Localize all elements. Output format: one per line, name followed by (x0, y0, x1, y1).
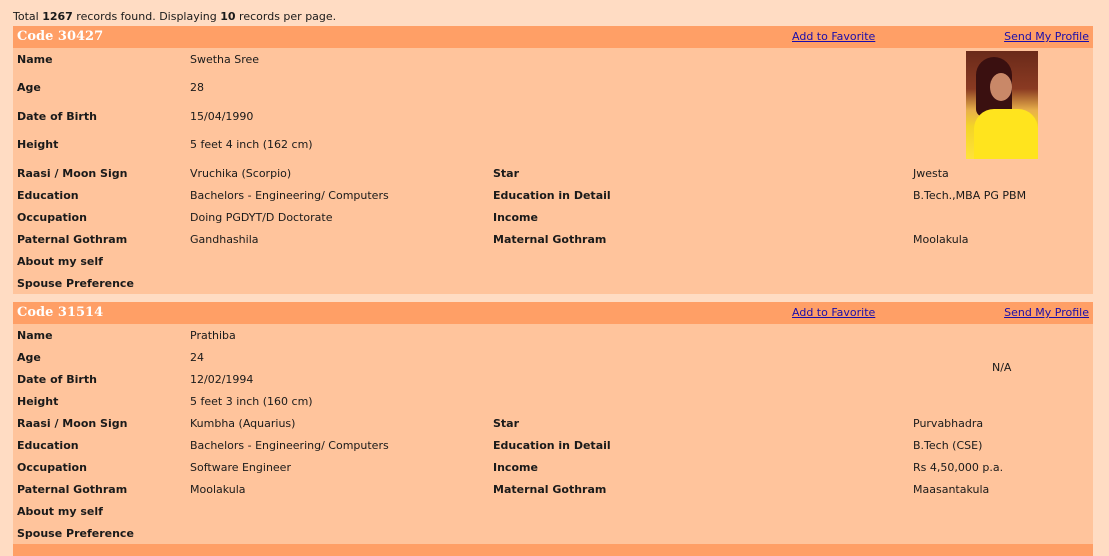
add-to-favorite-link[interactable]: Add to Favorite (792, 30, 875, 43)
dob-label: Date of Birth (17, 373, 97, 386)
next-record-header (13, 544, 1093, 556)
height-label: Height (17, 138, 59, 151)
age-label: Age (17, 81, 41, 94)
raasi-value: Vruchika (Scorpio) (190, 167, 292, 180)
income-label: Income (493, 211, 538, 224)
maternal-gothram-value: Moolakula (913, 233, 969, 246)
name-label: Name (17, 53, 53, 66)
star-value: Jwesta (913, 167, 949, 180)
dob-value: 12/02/1994 (190, 373, 254, 386)
send-my-profile-link[interactable]: Send My Profile (1004, 306, 1089, 319)
record-header: Code 31514 Add to Favorite Send My Profi… (13, 302, 1093, 324)
photo-not-available: N/A (992, 361, 1012, 374)
profile-record: Code 30427 Add to Favorite Send My Profi… (13, 26, 1093, 294)
dob-label: Date of Birth (17, 110, 97, 123)
education-detail-value: B.Tech (CSE) (913, 439, 983, 452)
paternal-gothram-value: Moolakula (190, 483, 246, 496)
height-value: 5 feet 4 inch (162 cm) (190, 138, 313, 151)
age-value: 24 (190, 351, 204, 364)
age-value: 28 (190, 81, 204, 94)
occupation-label: Occupation (17, 461, 87, 474)
record-code: Code 31514 (17, 305, 104, 320)
spouse-preference-label: Spouse Preference (17, 277, 134, 290)
per-page-count: 10 (220, 10, 236, 23)
maternal-gothram-label: Maternal Gothram (493, 233, 607, 246)
results-summary: Total 1267 records found. Displaying 10 … (13, 10, 337, 23)
raasi-value: Kumbha (Aquarius) (190, 417, 296, 430)
profile-record: Code 31514 Add to Favorite Send My Profi… (13, 302, 1093, 544)
name-value: Swetha Sree (190, 53, 260, 66)
name-label: Name (17, 329, 53, 342)
raasi-label: Raasi / Moon Sign (17, 167, 128, 180)
income-label: Income (493, 461, 538, 474)
name-value: Prathiba (190, 329, 236, 342)
star-label: Star (493, 167, 520, 180)
record-code: Code 30427 (17, 29, 104, 44)
income-value: Rs 4,50,000 p.a. (913, 461, 1004, 474)
occupation-label: Occupation (17, 211, 87, 224)
about-label: About my self (17, 255, 103, 268)
occupation-value: Software Engineer (190, 461, 291, 474)
maternal-gothram-label: Maternal Gothram (493, 483, 607, 496)
send-my-profile-link[interactable]: Send My Profile (1004, 30, 1089, 43)
total-count: 1267 (42, 10, 73, 23)
maternal-gothram-value: Maasantakula (913, 483, 990, 496)
education-label: Education (17, 439, 79, 452)
add-to-favorite-link[interactable]: Add to Favorite (792, 306, 875, 319)
star-label: Star (493, 417, 520, 430)
star-value: Purvabhadra (913, 417, 984, 430)
education-detail-value: B.Tech.,MBA PG PBM (913, 189, 1027, 202)
age-label: Age (17, 351, 41, 364)
education-detail-label: Education in Detail (493, 439, 611, 452)
education-value: Bachelors - Engineering/ Computers (190, 439, 389, 452)
spouse-preference-label: Spouse Preference (17, 527, 134, 540)
about-label: About my self (17, 505, 103, 518)
occupation-value: Doing PGDYT/D Doctorate (190, 211, 333, 224)
profile-photo[interactable] (966, 51, 1038, 159)
education-label: Education (17, 189, 79, 202)
paternal-gothram-value: Gandhashila (190, 233, 259, 246)
height-value: 5 feet 3 inch (160 cm) (190, 395, 313, 408)
education-value: Bachelors - Engineering/ Computers (190, 189, 389, 202)
record-header: Code 30427 Add to Favorite Send My Profi… (13, 26, 1093, 48)
paternal-gothram-label: Paternal Gothram (17, 483, 128, 496)
education-detail-label: Education in Detail (493, 189, 611, 202)
height-label: Height (17, 395, 59, 408)
dob-value: 15/04/1990 (190, 110, 254, 123)
raasi-label: Raasi / Moon Sign (17, 417, 128, 430)
paternal-gothram-label: Paternal Gothram (17, 233, 128, 246)
